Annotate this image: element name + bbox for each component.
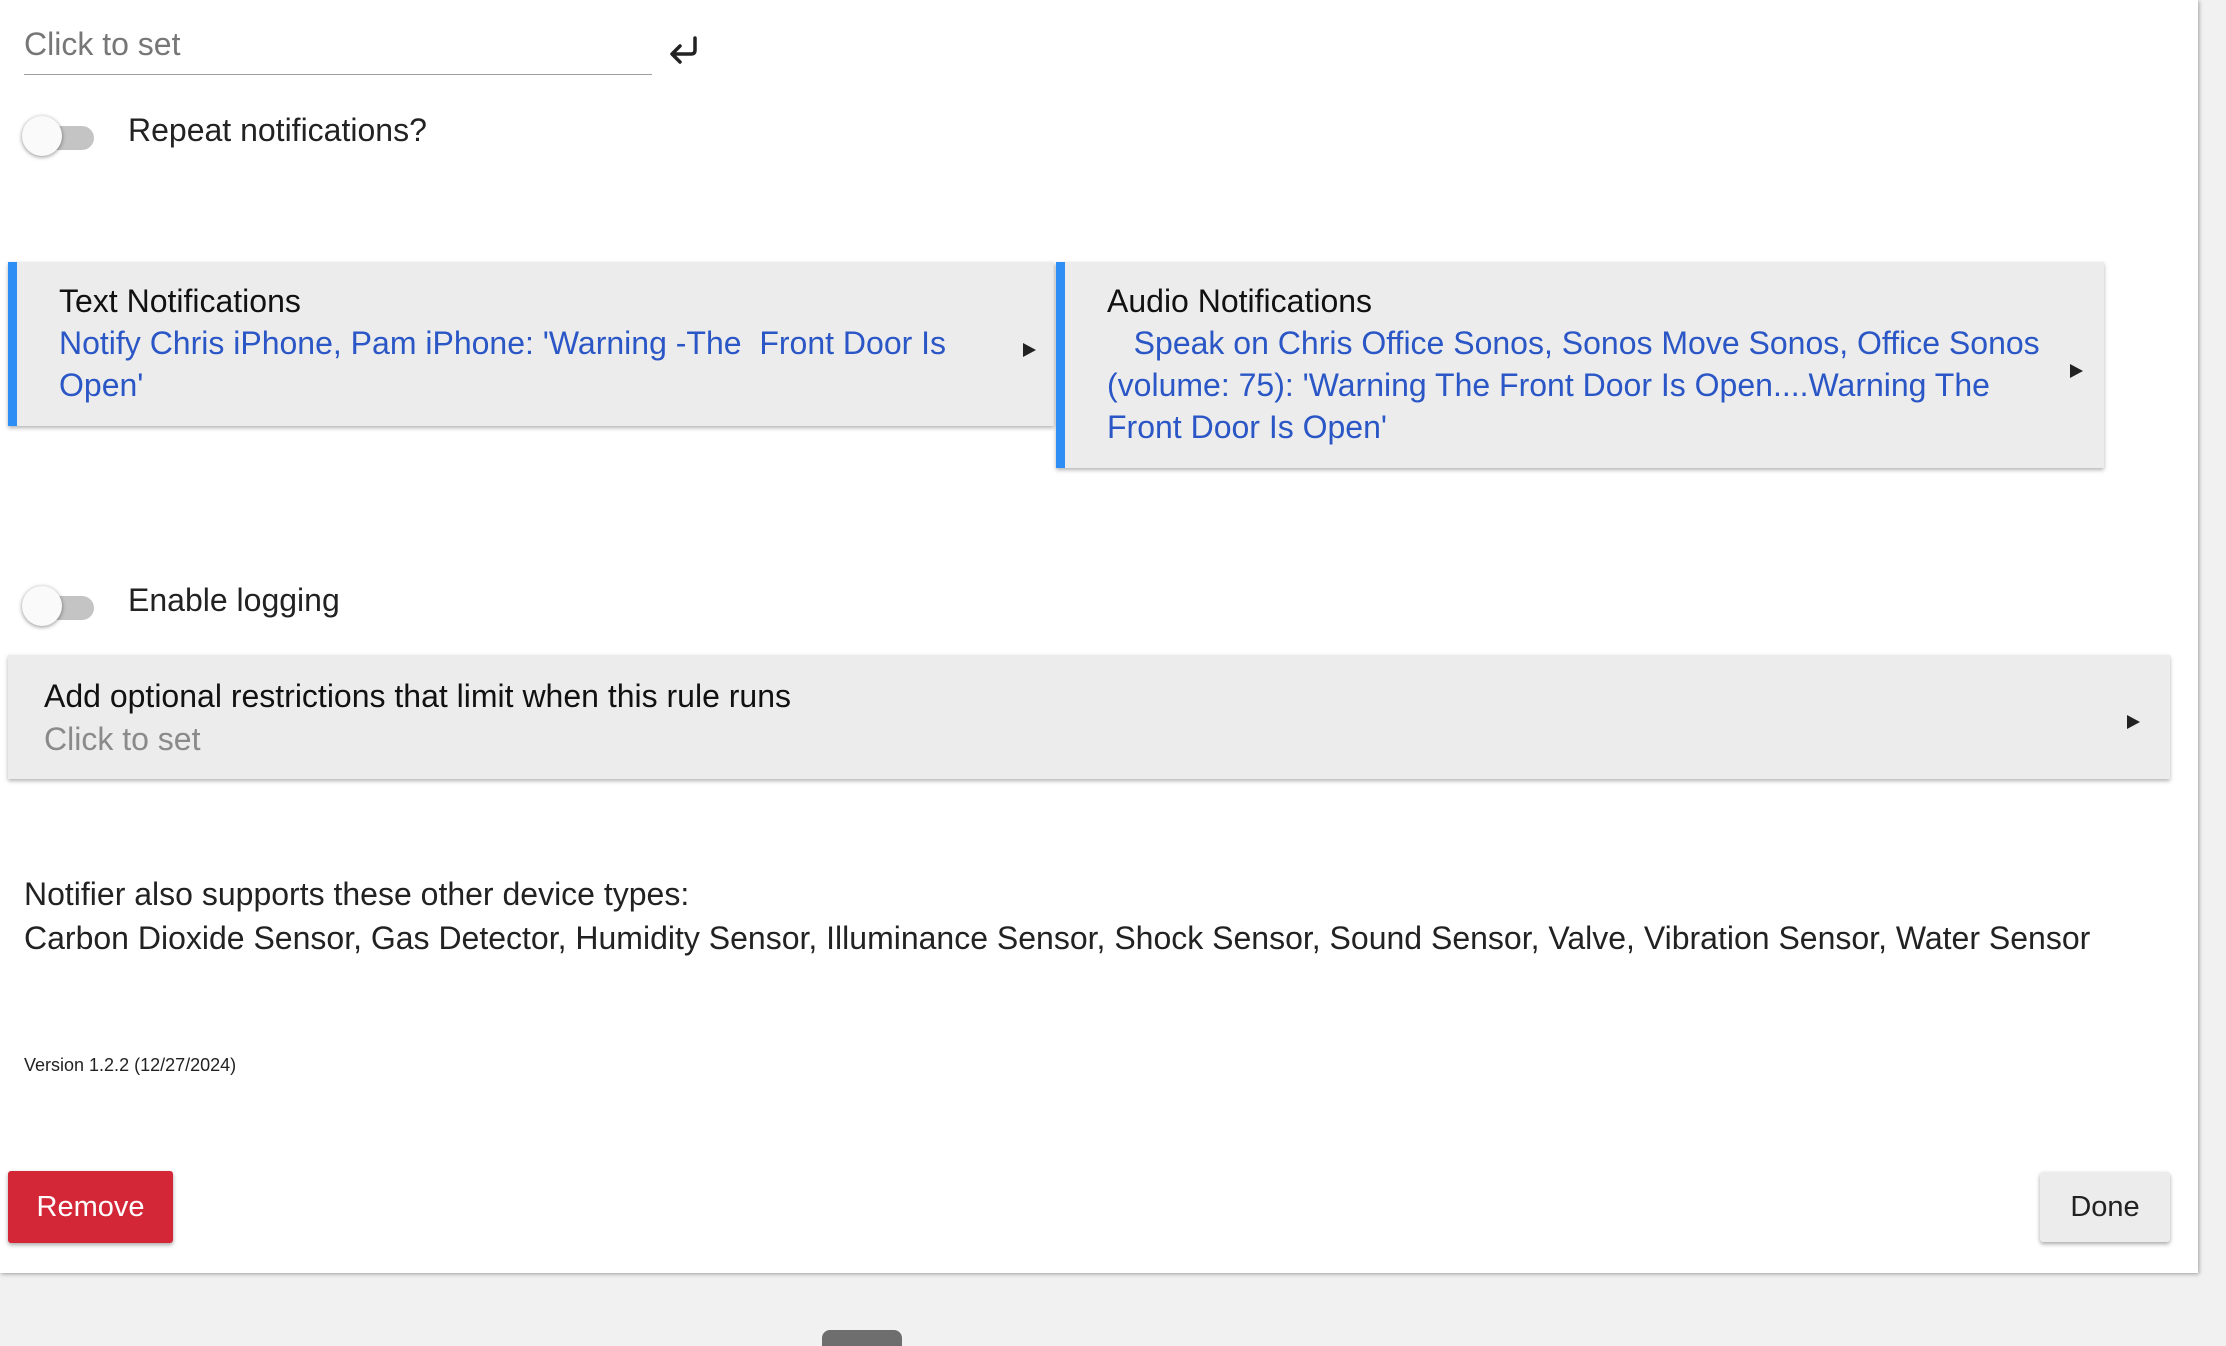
click-to-set-input[interactable]	[24, 14, 652, 75]
bottom-drag-handle[interactable]	[822, 1330, 902, 1346]
repeat-notifications-toggle[interactable]	[22, 112, 96, 156]
restrictions-subtitle: Click to set	[44, 721, 201, 757]
card-description: Speak on Chris Office Sonos, Sonos Move …	[1107, 325, 2049, 445]
audio-notifications-card[interactable]: Audio Notifications Speak on Chris Offic…	[1056, 262, 2104, 468]
restrictions-card[interactable]: Add optional restrictions that limit whe…	[8, 655, 2170, 779]
version-text: Version 1.2.2 (12/27/2024)	[24, 1055, 237, 1075]
repeat-notifications-label: Repeat notifications?	[128, 112, 427, 148]
supports-list: Carbon Dioxide Sensor, Gas Detector, Hum…	[24, 920, 2091, 956]
card-title: Text Notifications	[59, 283, 301, 319]
done-button[interactable]: Done	[2040, 1172, 2170, 1242]
supports-heading: Notifier also supports these other devic…	[24, 876, 690, 912]
enter-return-icon[interactable]	[664, 32, 704, 72]
restrictions-title: Add optional restrictions that limit whe…	[44, 678, 792, 714]
arrow-right-icon	[2070, 364, 2083, 378]
enable-logging-label: Enable logging	[128, 582, 340, 618]
toggle-knob	[22, 586, 62, 626]
card-description: Notify Chris iPhone, Pam iPhone: 'Warnin…	[59, 325, 955, 403]
arrow-right-icon	[1023, 343, 1036, 357]
card-title: Audio Notifications	[1107, 283, 1373, 319]
text-notifications-card[interactable]: Text Notifications Notify Chris iPhone, …	[8, 262, 1054, 426]
toggle-knob	[22, 116, 62, 156]
enable-logging-toggle[interactable]	[22, 582, 96, 626]
app-page: Repeat notifications? Text Notifications…	[0, 0, 2198, 1273]
remove-button[interactable]: Remove	[8, 1171, 173, 1243]
arrow-right-icon	[2127, 715, 2140, 729]
